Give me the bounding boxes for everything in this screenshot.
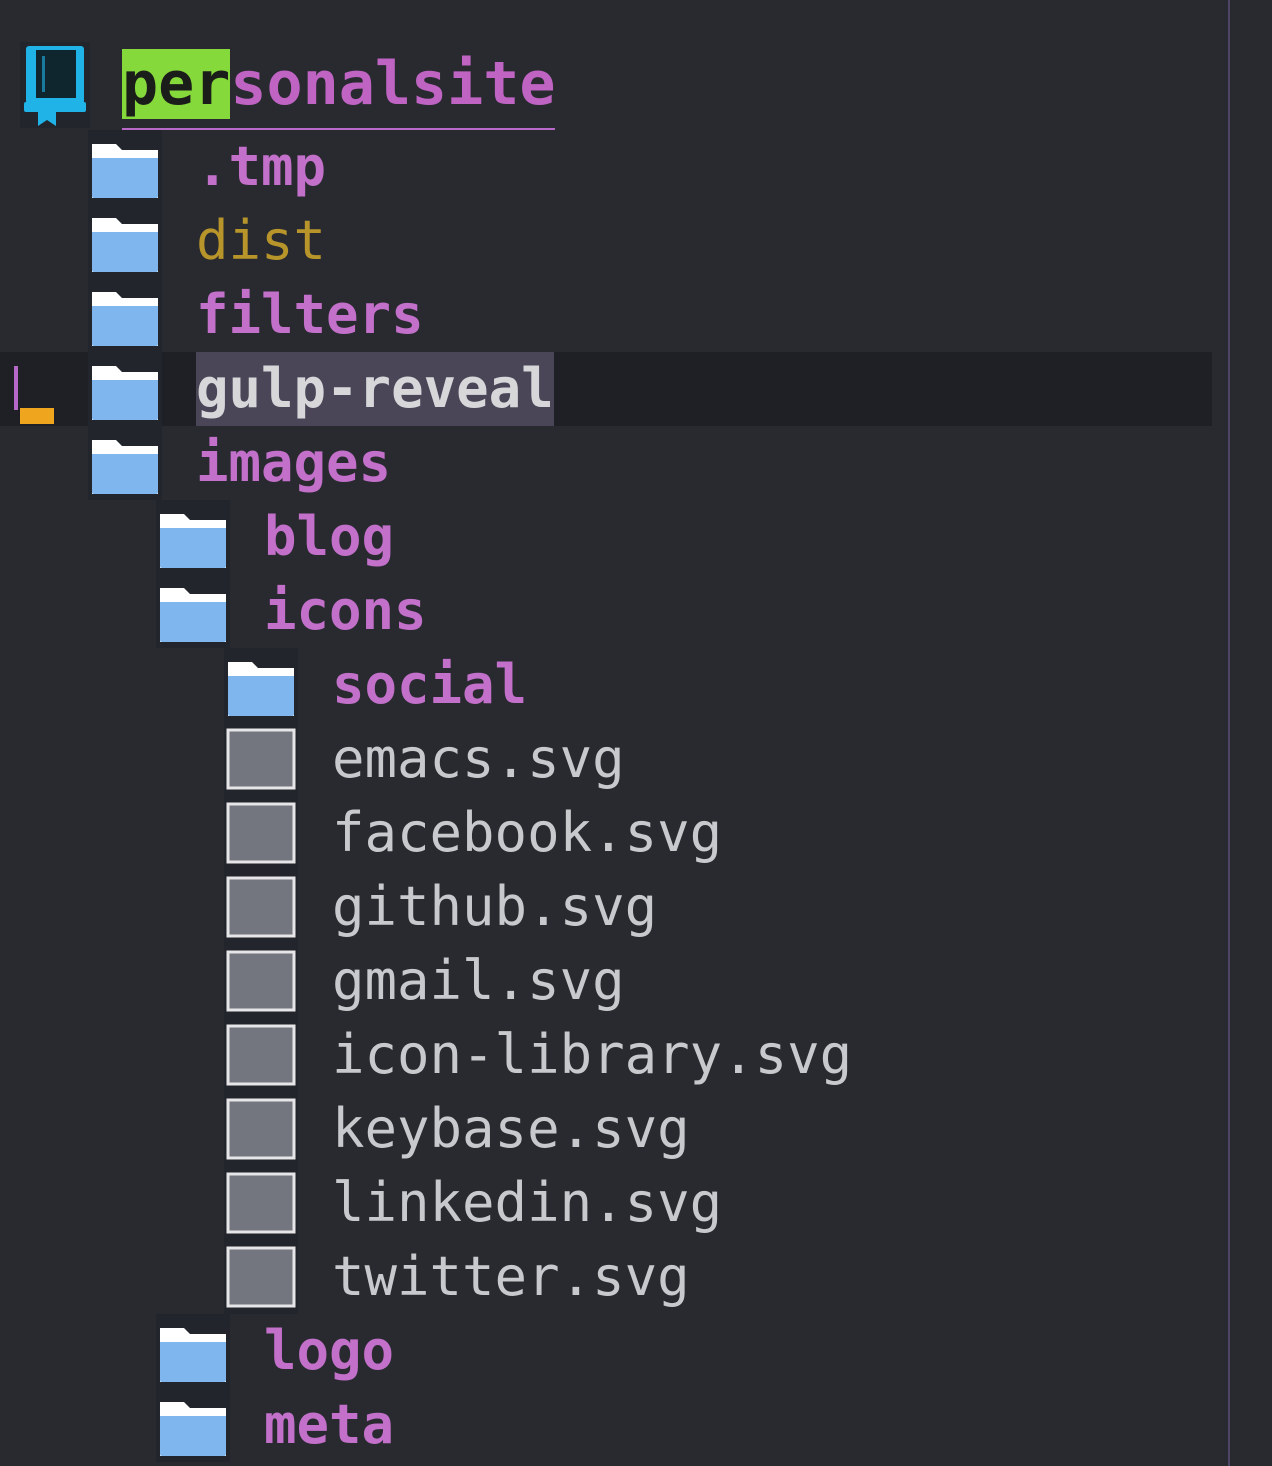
file-icon: [224, 1166, 298, 1240]
tree-item-file[interactable]: github.svg: [0, 870, 1212, 944]
tree-item-label: images: [196, 431, 392, 494]
search-match: per: [122, 49, 231, 119]
tree-item-label: icon-library.svg: [332, 1023, 853, 1086]
tree-item-label: linkedin.svg: [332, 1171, 723, 1234]
tree-item-label: icons: [264, 579, 427, 642]
tree-item-folder[interactable]: logo: [0, 1314, 1212, 1388]
file-icon: [224, 796, 298, 870]
folder-icon: [88, 352, 162, 426]
tree-item-label: blog: [264, 505, 395, 568]
cursor-marker: [20, 408, 54, 424]
tree-item-label: facebook.svg: [332, 801, 723, 864]
tree-item-label: github.svg: [332, 875, 658, 938]
book-icon: [20, 42, 90, 128]
folder-icon: [156, 500, 230, 574]
tree-item-file[interactable]: twitter.svg: [0, 1240, 1212, 1314]
folder-icon: [156, 1388, 230, 1462]
tree-item-label: social: [332, 653, 528, 716]
tree-item-label: dist: [196, 209, 327, 272]
tree-item-file[interactable]: icon-library.svg: [0, 1018, 1212, 1092]
tree-item-folder[interactable]: meta: [0, 1388, 1212, 1462]
tree-item-label: filters: [196, 283, 424, 346]
tree-item-label: meta: [264, 1393, 395, 1456]
folder-icon: [88, 204, 162, 278]
tree-item-label: .tmp: [196, 135, 327, 198]
tree-item-folder[interactable]: filters: [0, 278, 1212, 352]
tree-item-file[interactable]: keybase.svg: [0, 1092, 1212, 1166]
folder-icon: [88, 130, 162, 204]
file-icon: [224, 944, 298, 1018]
root-name[interactable]: personalsite: [122, 40, 556, 130]
folder-icon: [88, 278, 162, 352]
cursor-indicator: [14, 366, 18, 410]
tree-item-label: twitter.svg: [332, 1245, 690, 1308]
tree-item-label: keybase.svg: [332, 1097, 690, 1160]
tree-item-file[interactable]: facebook.svg: [0, 796, 1212, 870]
folder-icon: [156, 574, 230, 648]
tree-item-folder[interactable]: blog: [0, 500, 1212, 574]
folder-icon: [224, 648, 298, 722]
file-icon: [224, 870, 298, 944]
tree-item-folder[interactable]: icons: [0, 574, 1212, 648]
folder-icon: [88, 426, 162, 500]
file-icon: [224, 1018, 298, 1092]
tree-item-label: logo: [264, 1319, 395, 1382]
tree-item-folder[interactable]: .tmp: [0, 130, 1212, 204]
file-icon: [224, 1240, 298, 1314]
tree-item-label: emacs.svg: [332, 727, 625, 790]
tree-item-folder[interactable]: dist: [0, 204, 1212, 278]
tree-item-label: gulp-reveal: [196, 352, 554, 426]
tree-item-file[interactable]: linkedin.svg: [0, 1166, 1212, 1240]
tree-item-folder[interactable]: images: [0, 426, 1212, 500]
tree-item-folder[interactable]: social: [0, 648, 1212, 722]
tree-item-file[interactable]: emacs.svg: [0, 722, 1212, 796]
folder-icon: [156, 1314, 230, 1388]
file-tree[interactable]: personalsite .tmp dist filters gulp-reveal i…: [0, 0, 1228, 1466]
file-icon: [224, 1092, 298, 1166]
tree-item-file[interactable]: gmail.svg: [0, 944, 1212, 1018]
file-icon: [224, 722, 298, 796]
tree-root[interactable]: personalsite: [0, 40, 1228, 130]
tree-item-folder[interactable]: gulp-reveal: [0, 352, 1212, 426]
window-divider: [1228, 0, 1230, 1466]
tree-item-label: gmail.svg: [332, 949, 625, 1012]
root-name-rest: sonalsite: [230, 49, 556, 119]
